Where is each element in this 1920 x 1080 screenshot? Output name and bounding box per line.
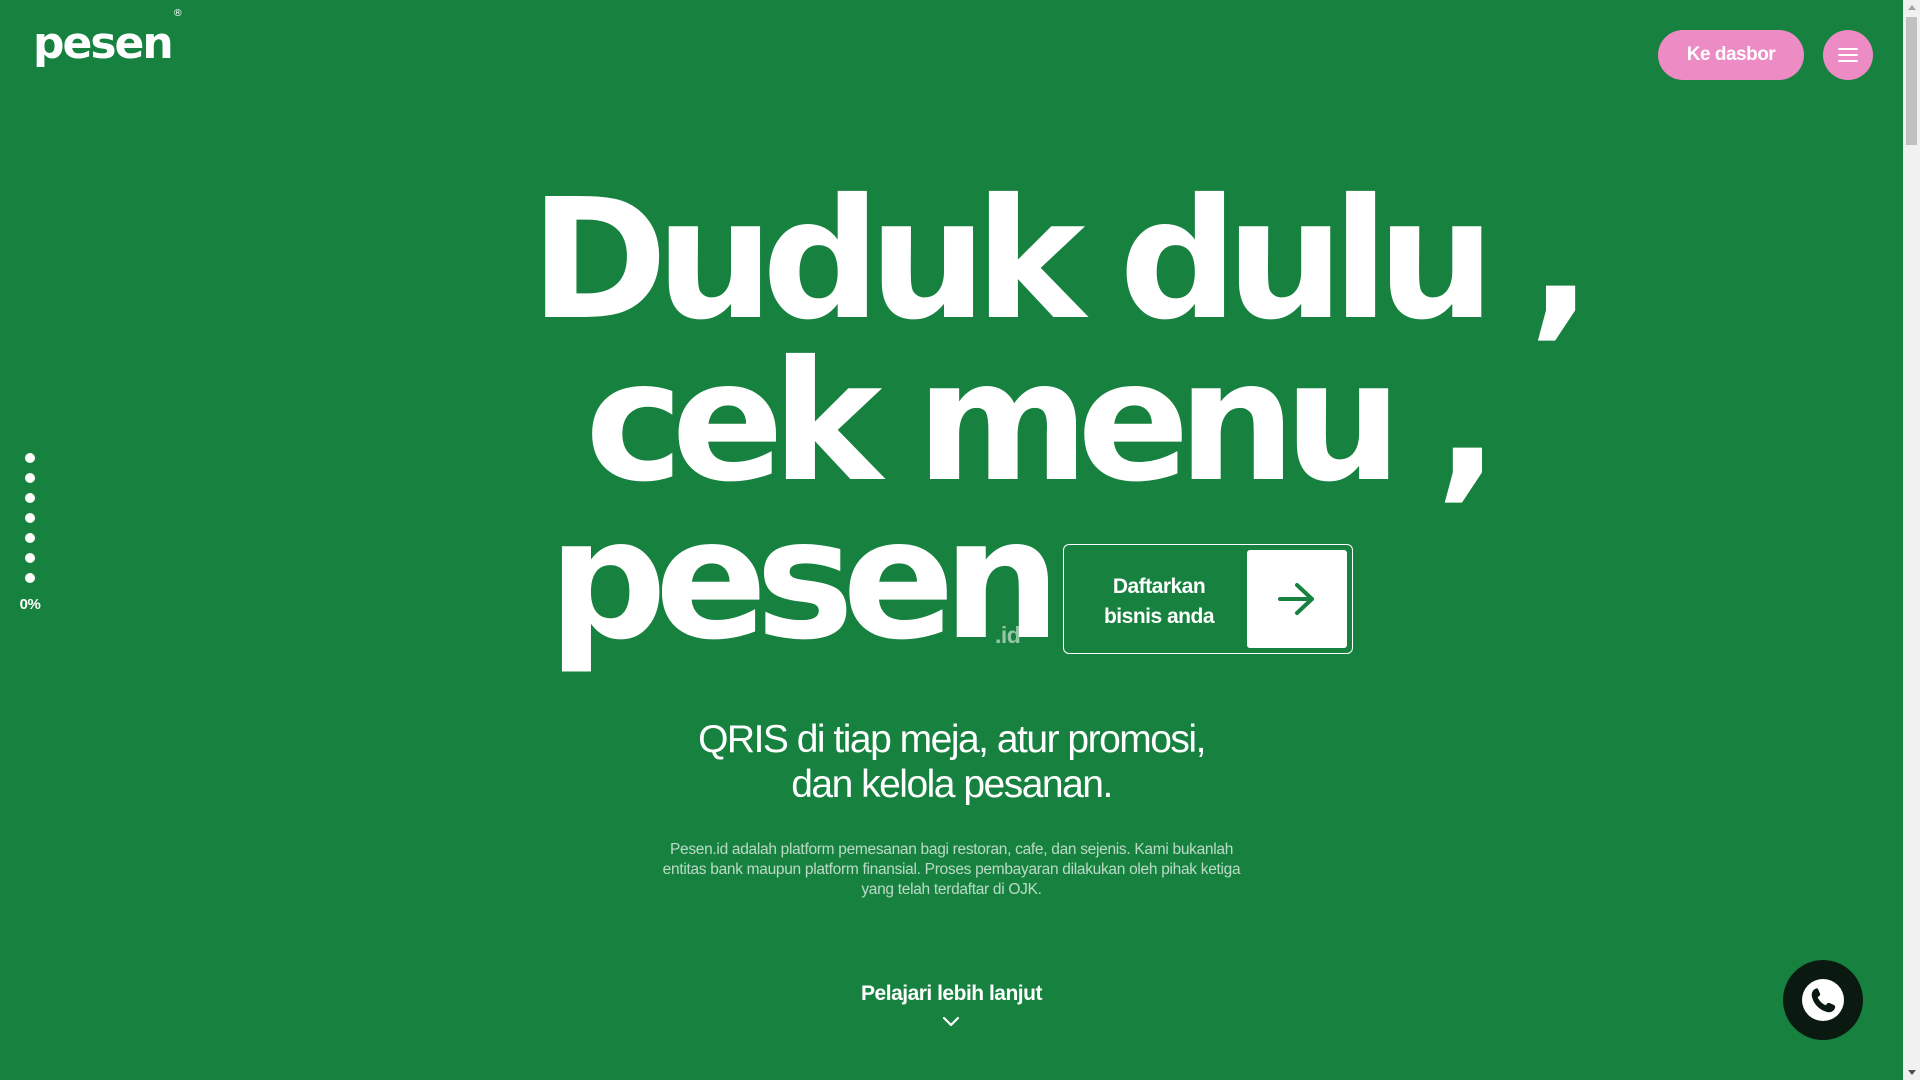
register-business-button[interactable]: Daftarkan bisnis anda [1063,544,1353,654]
progress-dot[interactable] [25,553,35,563]
cta-label-line2: bisnis anda [1103,605,1215,628]
hero-headline-line2: cek menu , [585,326,1499,519]
hero-headline-line1: Duduk dulu , [530,164,1592,357]
registered-mark: ® [172,8,183,20]
scroll-up-icon[interactable] [1908,5,1916,10]
scroll-down-icon[interactable] [1908,1070,1916,1075]
cta-label-line1: Daftarkan [1112,575,1206,598]
subheadline-line1: QRIS di tiap meja, atur promosi, [698,718,1206,761]
hero-domain-suffix: .id [995,622,1021,648]
progress-dot[interactable] [25,493,35,503]
cta-arrow-box[interactable] [1247,550,1347,648]
whatsapp-button[interactable] [1783,960,1863,1040]
logo-text: pesen [33,18,174,69]
whatsapp-icon [1802,979,1844,1021]
subheadline-line2: dan kelola pesanan. [791,763,1113,806]
learn-more-link[interactable]: Pelajari lebih lanjut [800,982,1103,1006]
progress-dot[interactable] [25,453,35,463]
scroll-progress-label: 0% [19,596,41,613]
arrow-right-icon [1278,583,1314,615]
hamburger-icon [1838,48,1858,62]
progress-dot[interactable] [25,533,35,543]
disclaimer-text: Pesen.id adalah platform pemesanan bagi … [662,841,1241,898]
dashboard-button[interactable]: Ke dasbor [1658,30,1804,80]
scrollbar-thumb[interactable] [1906,17,1917,145]
menu-button[interactable] [1823,30,1873,80]
pesen-logo[interactable]: pesen® [33,9,183,66]
progress-dot[interactable] [25,473,35,483]
section-progress-dots [25,453,35,593]
register-business-label: Daftarkan bisnis anda [1084,572,1234,632]
page-scrollbar[interactable] [1903,0,1920,1080]
hero-subheadline: QRIS di tiap meja, atur promosi, dan kel… [560,717,1343,807]
chevron-down-icon[interactable] [942,1016,960,1028]
progress-dot[interactable] [25,513,35,523]
hero-headline-line3: pesen [548,484,1061,677]
progress-dot[interactable] [25,573,35,583]
